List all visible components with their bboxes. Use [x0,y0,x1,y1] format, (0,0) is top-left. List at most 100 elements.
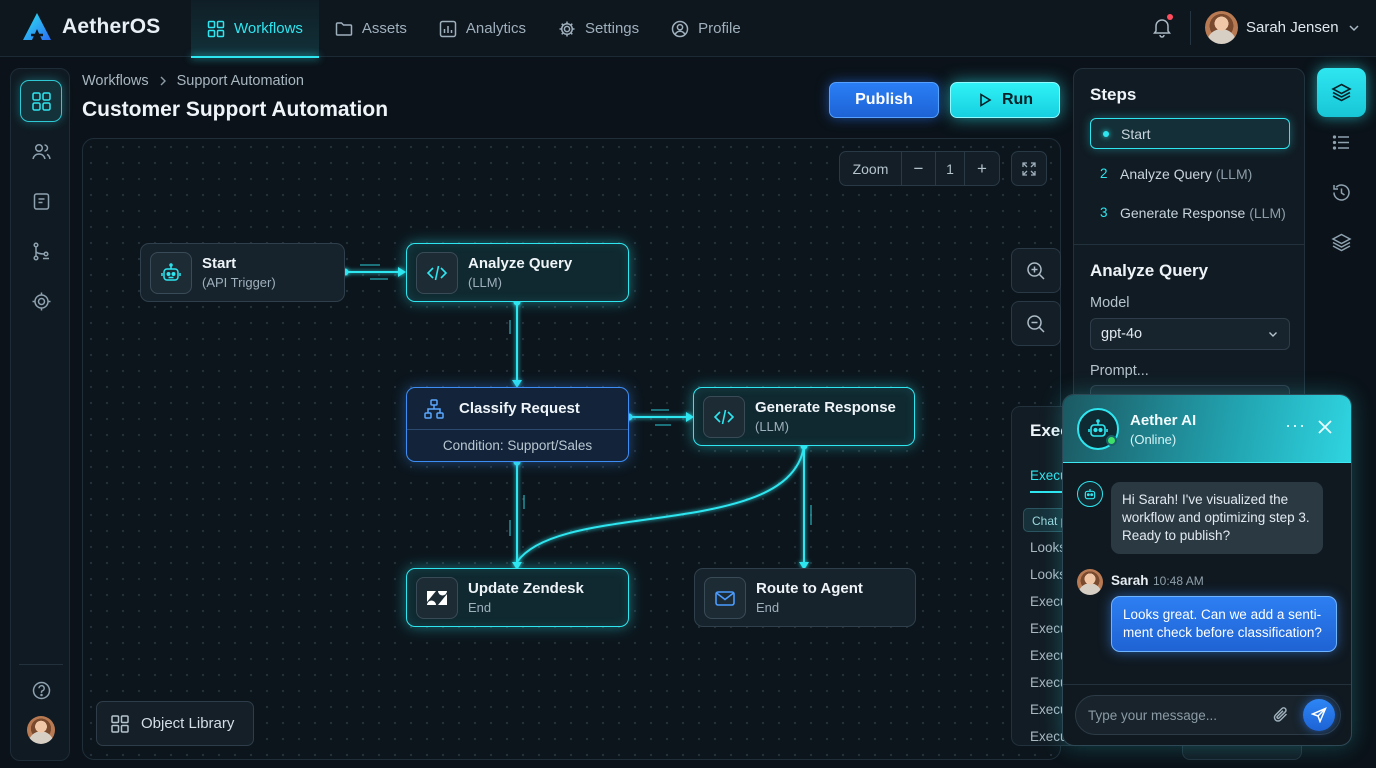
run-button[interactable]: Run [950,82,1060,118]
chat-divider [1063,684,1351,685]
active-step-dot [1103,130,1109,137]
nav-label: Analytics [465,20,526,37]
chevron-right-icon [160,76,166,86]
step-label: Start [1121,125,1151,142]
rail-list[interactable] [1317,118,1366,167]
fit-screen-button[interactable] [1011,151,1047,186]
robot-icon [150,251,192,294]
notification-badge [1167,14,1173,20]
prompt-label: Prompt... [1090,363,1149,379]
list-icon [1332,135,1349,150]
node-subtitle: End [756,600,780,615]
rail-settings[interactable] [20,280,62,322]
zoom-value[interactable]: 1 [936,152,965,185]
rail-user-avatar[interactable] [27,716,55,744]
canvas-zoom-in-button[interactable] [1011,248,1061,293]
zoom-out-button[interactable]: − [902,152,936,185]
rail-help[interactable] [20,669,62,711]
run-label: Run [1001,91,1034,108]
more-options-icon[interactable]: ··· [1285,415,1306,436]
user-message-avatar [1077,569,1103,595]
breadcrumb-item[interactable]: Support Automation [177,73,304,89]
play-icon [980,93,992,107]
step-analyze-query[interactable]: 2 Analyze Query (LLM) [1090,158,1290,189]
chat-message-input[interactable]: Type your message... [1075,695,1341,735]
node-route-to-agent[interactable]: Route to Agent End [694,568,916,627]
panel-divider [1074,244,1304,245]
zendesk-icon [416,576,458,619]
chevron-down-icon [1349,24,1359,31]
chat-bot-name: Aether AI [1130,412,1197,429]
breadcrumb-item[interactable]: Workflows [82,73,149,89]
chat-header: Aether AI (Online) ··· [1063,395,1351,463]
node-title: Route to Agent [756,580,863,597]
nav-settings[interactable]: Settings [542,0,655,57]
nav-profile[interactable]: Profile [655,0,757,57]
folder-icon [335,21,353,36]
rail-layers-active[interactable] [1317,68,1366,117]
publish-label: Publish [855,91,913,108]
code-icon [416,251,458,294]
user-message: Looks great. Can we add a senti-ment che… [1111,596,1337,652]
zoom-in-button[interactable]: + [965,152,999,185]
send-button[interactable] [1303,699,1335,731]
step-label: Analyze Query [1120,165,1212,182]
aether-logo-icon [23,13,51,40]
step-generate-response[interactable]: 3 Generate Response (LLM) [1090,197,1290,228]
main-nav: Workflows Assets Analytics Settings Prof… [191,0,757,58]
user-icon [671,20,689,37]
node-update-zendesk[interactable]: Update Zendesk End [406,568,629,627]
chat-input-placeholder: Type your message... [1088,707,1218,723]
chat-bot-status: (Online) [1130,432,1177,447]
nav-label: Profile [698,20,741,37]
nav-workflows[interactable]: Workflows [191,0,319,58]
rail-notes[interactable] [20,180,62,222]
user-menu[interactable]: Sarah Jensen [1205,11,1361,44]
gear-icon [559,21,575,36]
steps-title: Steps [1090,85,1137,104]
chevron-down-icon [1269,332,1277,337]
model-label: Model [1090,295,1130,311]
online-indicator [1106,435,1117,446]
rail-stack[interactable] [1317,218,1366,267]
node-analyze-query[interactable]: Analyze Query (LLM) [406,243,629,302]
nav-assets[interactable]: Assets [319,0,423,57]
canvas-zoom-out-button[interactable] [1011,301,1061,346]
model-select[interactable]: gpt-4o [1090,318,1290,350]
grid-icon [31,91,51,111]
rail-branches[interactable] [20,230,62,272]
publish-button[interactable]: Publish [829,82,939,118]
node-classify-request[interactable]: Classify Request Condition: Support/Sale… [406,387,629,462]
page-title: Customer Support Automation [82,98,389,121]
execution-row[interactable]: Looks [1030,540,1066,555]
rail-dashboard[interactable] [20,80,62,122]
step-tag: (LLM) [1249,204,1286,221]
history-icon [1333,184,1350,201]
step-number: 2 [1100,166,1108,181]
node-condition: Condition: Support/Sales [442,438,593,453]
message-sender: Sarah [1111,573,1149,588]
app-logo[interactable]: AetherOS [22,12,160,42]
grid-icon [111,714,129,733]
bot-message-avatar [1077,481,1103,507]
help-icon [32,681,50,699]
top-bar: AetherOS Workflows Assets Analytics Sett… [0,0,1376,58]
rail-users[interactable] [20,130,62,172]
step-start[interactable]: Start [1090,118,1290,149]
node-start[interactable]: Start (API Trigger) [140,243,345,302]
mail-icon [704,576,746,619]
model-value: gpt-4o [1101,326,1143,342]
nav-analytics[interactable]: Analytics [423,0,542,57]
object-library-button[interactable]: Object Library [96,701,254,746]
close-icon[interactable] [1317,419,1333,435]
node-generate-response[interactable]: Generate Response (LLM) [693,387,915,446]
users-icon [31,143,51,159]
execution-row[interactable]: Looks [1030,567,1066,582]
node-title: Classify Request [459,400,580,417]
rail-history[interactable] [1317,168,1366,217]
stack-icon [1331,233,1352,252]
divider [1190,11,1191,45]
right-rail [1317,68,1366,400]
paperclip-icon[interactable] [1272,706,1290,724]
nav-label: Workflows [234,20,303,37]
